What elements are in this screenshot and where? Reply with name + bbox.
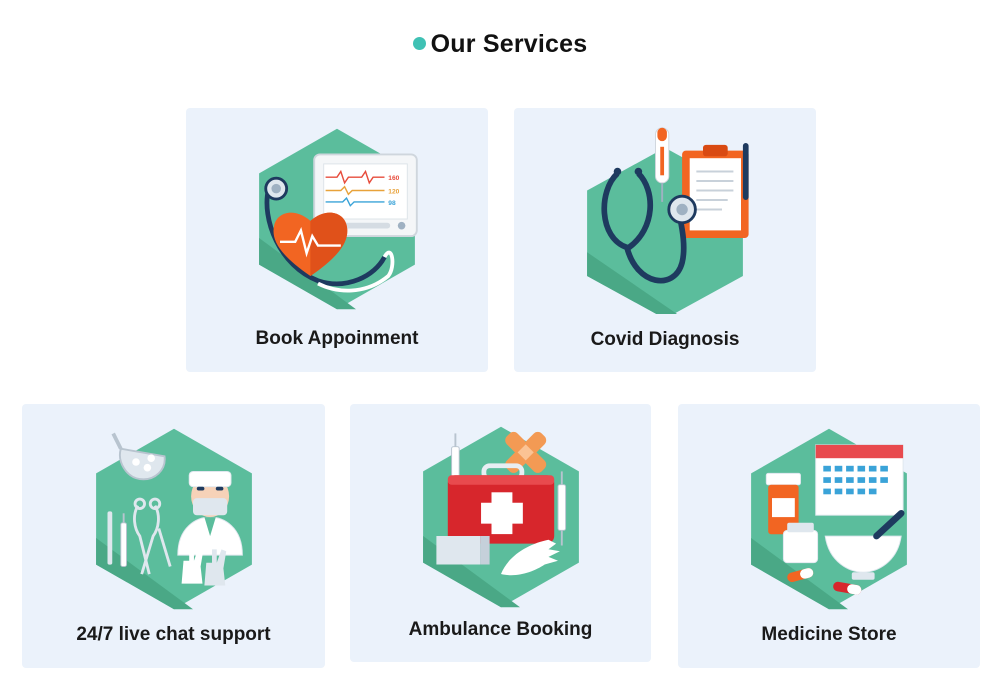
title-bullet-dot bbox=[412, 37, 426, 50]
service-label: 24/7 live chat support bbox=[76, 624, 271, 645]
first-aid-kit-icon bbox=[422, 426, 579, 608]
section-title: Our Services bbox=[0, 30, 1000, 59]
section-title-text: Our Services bbox=[430, 30, 588, 58]
services-section: Our Services 160 120 98 Book Appoinment … bbox=[0, 0, 1000, 700]
stethoscope-clipboard-icon bbox=[587, 127, 749, 314]
service-label: Book Appoinment bbox=[255, 328, 419, 349]
service-label: Ambulance Booking bbox=[408, 619, 593, 640]
service-label: Medicine Store bbox=[761, 624, 897, 645]
monitor-reading-2: 120 bbox=[388, 188, 399, 195]
monitor-reading-3: 98 bbox=[388, 200, 396, 207]
doctor-surgery-tools-icon bbox=[95, 428, 252, 610]
service-card-book-appointment[interactable]: 160 120 98 Book Appoinment bbox=[186, 108, 488, 372]
service-card-live-chat-support[interactable]: 24/7 live chat support bbox=[22, 404, 325, 668]
service-card-ambulance-booking[interactable]: Ambulance Booking bbox=[350, 404, 651, 662]
monitor-reading-1: 160 bbox=[388, 175, 399, 182]
service-card-medicine-store[interactable]: Medicine Store bbox=[678, 404, 980, 668]
heart-monitor-icon: 160 120 98 bbox=[259, 128, 418, 310]
service-label: Covid Diagnosis bbox=[590, 329, 740, 350]
service-card-covid-diagnosis[interactable]: Covid Diagnosis bbox=[514, 108, 816, 372]
medicine-calendar-icon bbox=[751, 428, 907, 610]
